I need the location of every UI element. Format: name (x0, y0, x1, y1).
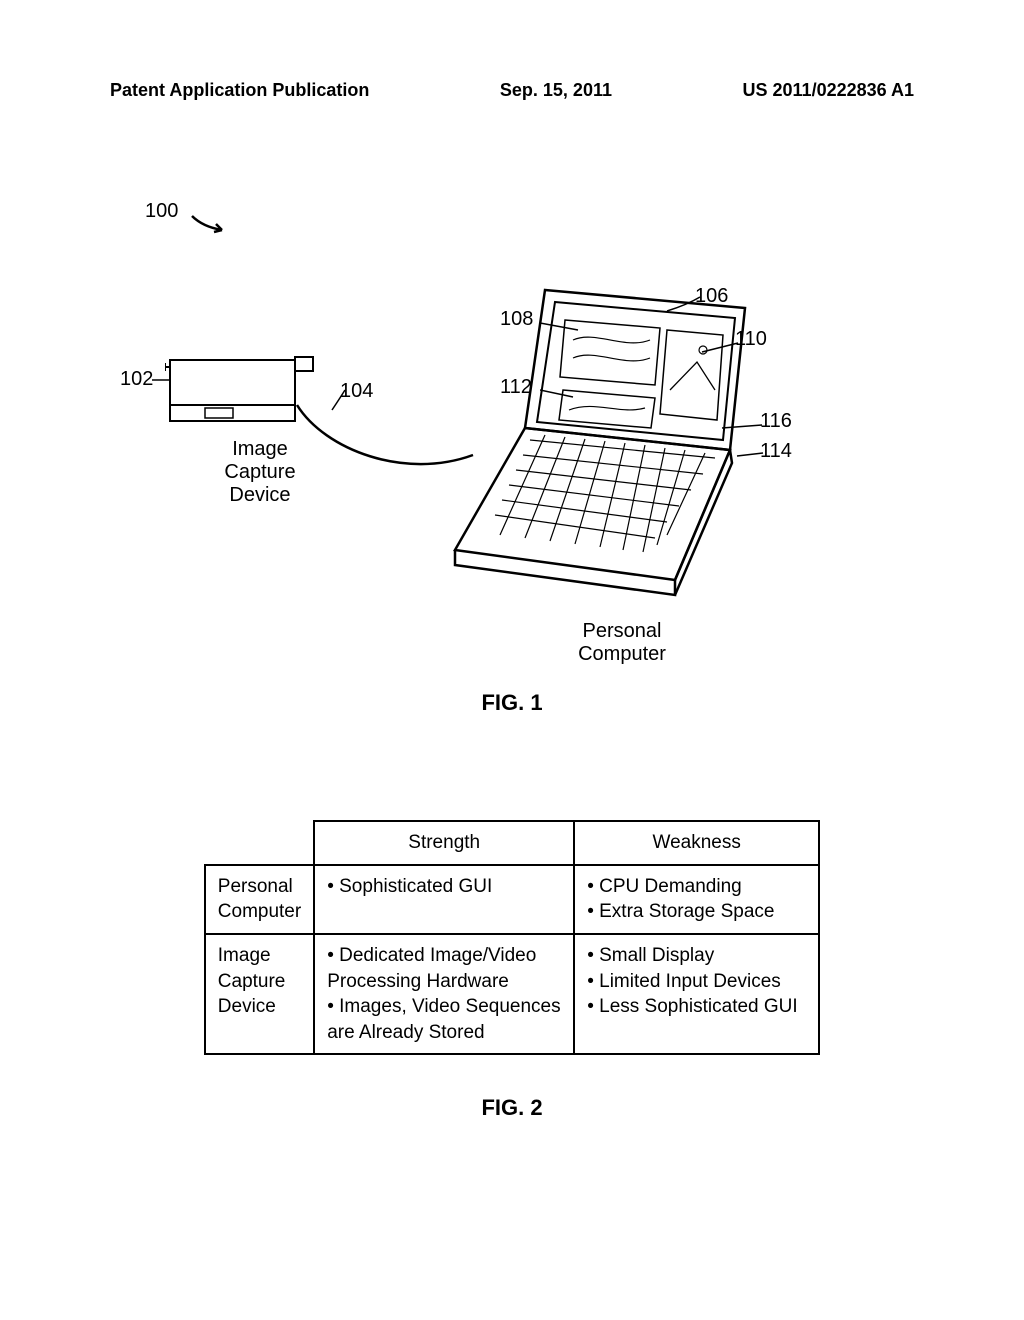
camera-label: Image Capture Device (205, 438, 315, 507)
leader-line (665, 295, 705, 315)
row-label-device: Image Capture Device (205, 934, 314, 1055)
figure-2-caption: FIG. 2 (0, 1095, 1024, 1121)
leader-line (330, 388, 350, 413)
cell-pc-strength: • Sophisticated GUI (314, 865, 574, 934)
pc-label: Personal Computer (552, 620, 692, 666)
cell-pc-weakness: • CPU Demanding • Extra Storage Space (574, 865, 819, 934)
header-pub-number: US 2011/0222836 A1 (743, 80, 914, 101)
leader-line (700, 340, 740, 355)
header-left: Patent Application Publication (110, 80, 369, 101)
ref-label-102: 102 (120, 368, 153, 391)
table-corner (205, 821, 314, 865)
cell-device-strength: • Dedicated Image/Video Processing Hardw… (314, 934, 574, 1055)
leader-line (735, 448, 765, 460)
leader-line (540, 385, 575, 400)
figure-1: 100 102 104 106 108 110 112 114 116 (0, 180, 1024, 700)
camera-label-text: Image Capture Device (224, 438, 295, 506)
table-row: Personal Computer • Sophisticated GUI • … (205, 865, 819, 934)
ref-label-100: 100 (145, 200, 178, 223)
row-label-pc: Personal Computer (205, 865, 314, 934)
header-date: Sep. 15, 2011 (500, 80, 612, 101)
col-header-strength: Strength (314, 821, 574, 865)
leader-line (152, 375, 172, 385)
arrow-icon (190, 214, 230, 234)
table-row: Image Capture Device • Dedicated Image/V… (205, 934, 819, 1055)
leader-line (720, 420, 765, 432)
leader-line (540, 320, 580, 335)
laptop-icon (445, 280, 765, 610)
figure-2: Strength Weakness Personal Computer • So… (0, 820, 1024, 1055)
pc-label-text: Personal Computer (578, 620, 666, 665)
col-header-weakness: Weakness (574, 821, 819, 865)
cell-device-weakness: • Small Display • Limited Input Devices … (574, 934, 819, 1055)
page-header: Patent Application Publication Sep. 15, … (0, 80, 1024, 101)
comparison-table: Strength Weakness Personal Computer • So… (204, 820, 820, 1055)
figure-1-caption: FIG. 1 (0, 690, 1024, 716)
